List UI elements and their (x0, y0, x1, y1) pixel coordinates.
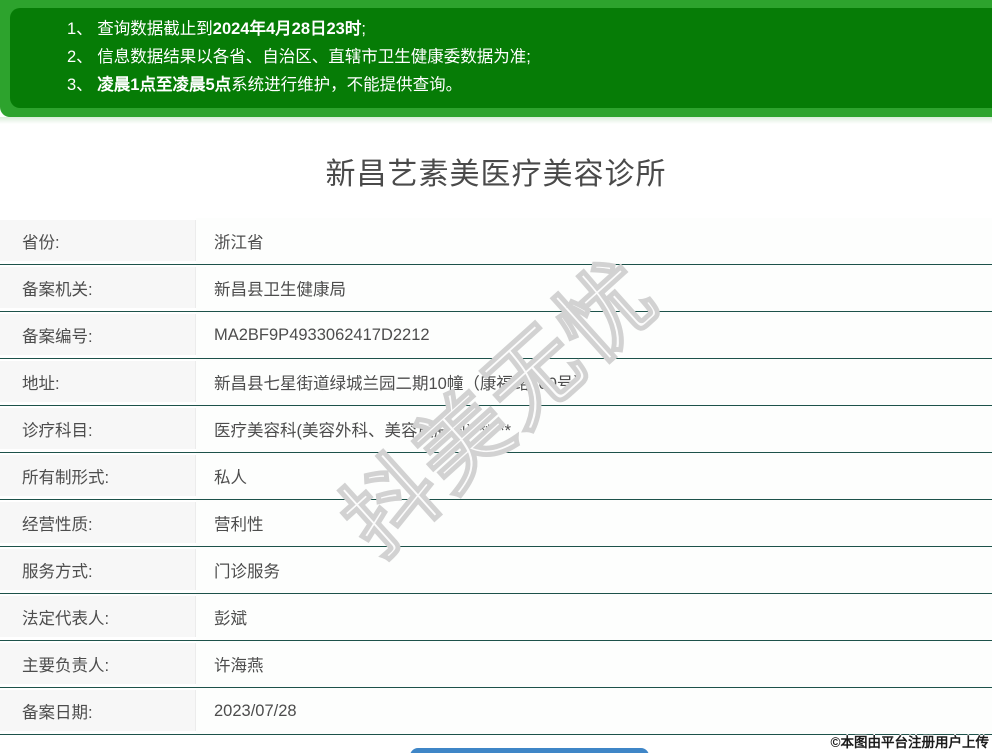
table-row: 所有制形式: 私人 (0, 453, 992, 500)
row-label: 地址: (0, 370, 60, 394)
record-table: 省份: 浙江省备案机关: 新昌县卫生健康局备案编号: MA2BF9P493306241… (0, 218, 992, 735)
row-value-cell: 彭斌 (196, 594, 992, 640)
row-value-cell: MA2BF9P4933062417D2212 (196, 312, 992, 358)
table-row: 经营性质: 营利性 (0, 500, 992, 547)
row-label-cell: 所有制形式: (0, 453, 196, 499)
table-row: 备案日期: 2023/07/28 (0, 688, 992, 735)
row-label-cell: 备案编号: (0, 312, 196, 358)
row-label: 主要负责人: (0, 652, 109, 676)
row-value-cell: 新昌县七星街道绿城兰园二期10幢（康福路400号） (196, 359, 992, 405)
row-label: 经营性质: (0, 511, 93, 535)
row-value: 门诊服务 (196, 558, 280, 582)
row-label: 所有制形式: (0, 464, 109, 488)
row-value-cell: 营利性 (196, 500, 992, 546)
row-label-cell: 备案日期: (0, 688, 196, 734)
row-label: 备案日期: (0, 699, 93, 723)
row-value: 新昌县七星街道绿城兰园二期10幢（康福路400号） (196, 370, 590, 394)
row-value: 私人 (196, 464, 247, 488)
row-value: 浙江省 (196, 229, 264, 253)
table-row: 诊疗科目: 医疗美容科(美容外科、美容皮肤科)****** (0, 406, 992, 453)
table-row: 地址: 新昌县七星街道绿城兰园二期10幢（康福路400号） (0, 359, 992, 406)
row-label: 法定代表人: (0, 605, 109, 629)
table-row: 省份: 浙江省 (0, 218, 992, 265)
table-row: 服务方式: 门诊服务 (0, 547, 992, 594)
notice-banner: 1、 查询数据截止到2024年4月28日23时; 2、 信息数据结果以各省、自治… (0, 0, 992, 117)
row-value: 2023/07/28 (196, 702, 297, 721)
table-row: 法定代表人: 彭斌 (0, 594, 992, 641)
page-title: 新昌艺素美医疗美容诊所 (0, 149, 992, 193)
row-value-cell: 门诊服务 (196, 547, 992, 593)
row-label-cell: 地址: (0, 359, 196, 405)
row-value: 许海燕 (196, 652, 264, 676)
row-value: 新昌县卫生健康局 (196, 276, 346, 300)
table-row: 备案机关: 新昌县卫生健康局 (0, 265, 992, 312)
record-page: 1、 查询数据截止到2024年4月28日23时; 2、 信息数据结果以各省、自治… (0, 0, 992, 753)
row-label-cell: 省份: (0, 218, 196, 264)
row-value-cell: 医疗美容科(美容外科、美容皮肤科)****** (196, 406, 992, 452)
notice-item-3: 3、 凌晨1点至凌晨5点系统进行维护，不能提供查询。 (67, 71, 972, 99)
row-value-cell: 2023/07/28 (196, 688, 992, 734)
table-row: 备案编号: MA2BF9P4933062417D2212 (0, 312, 992, 359)
row-label-cell: 主要负责人: (0, 641, 196, 687)
row-value-cell: 浙江省 (196, 218, 992, 264)
notice-item-1: 1、 查询数据截止到2024年4月28日23时; (67, 15, 972, 43)
table-row: 主要负责人: 许海燕 (0, 641, 992, 688)
row-value-cell: 新昌县卫生健康局 (196, 265, 992, 311)
row-label: 服务方式: (0, 558, 93, 582)
row-value: MA2BF9P4933062417D2212 (196, 326, 430, 345)
row-value: 营利性 (196, 511, 264, 535)
row-label: 备案机关: (0, 276, 93, 300)
row-label-cell: 法定代表人: (0, 594, 196, 640)
row-value-cell: 许海燕 (196, 641, 992, 687)
banner-shadow (0, 117, 992, 124)
copyright-stamp: ©本图由平台注册用户上传 (831, 731, 989, 751)
row-label: 省份: (0, 229, 60, 253)
row-label-cell: 备案机关: (0, 265, 196, 311)
close-window-button[interactable]: 〖关闭窗口〗 (410, 748, 649, 753)
row-label-cell: 诊疗科目: (0, 406, 196, 452)
row-value: 医疗美容科(美容外科、美容皮肤科)****** (196, 417, 511, 441)
notice-banner-inner: 1、 查询数据截止到2024年4月28日23时; 2、 信息数据结果以各省、自治… (10, 8, 992, 108)
notice-item-2: 2、 信息数据结果以各省、自治区、直辖市卫生健康委数据为准; (67, 43, 972, 71)
row-label: 备案编号: (0, 323, 93, 347)
row-label-cell: 经营性质: (0, 500, 196, 546)
row-value: 彭斌 (196, 605, 247, 629)
row-label: 诊疗科目: (0, 417, 93, 441)
row-label-cell: 服务方式: (0, 547, 196, 593)
row-value-cell: 私人 (196, 453, 992, 499)
